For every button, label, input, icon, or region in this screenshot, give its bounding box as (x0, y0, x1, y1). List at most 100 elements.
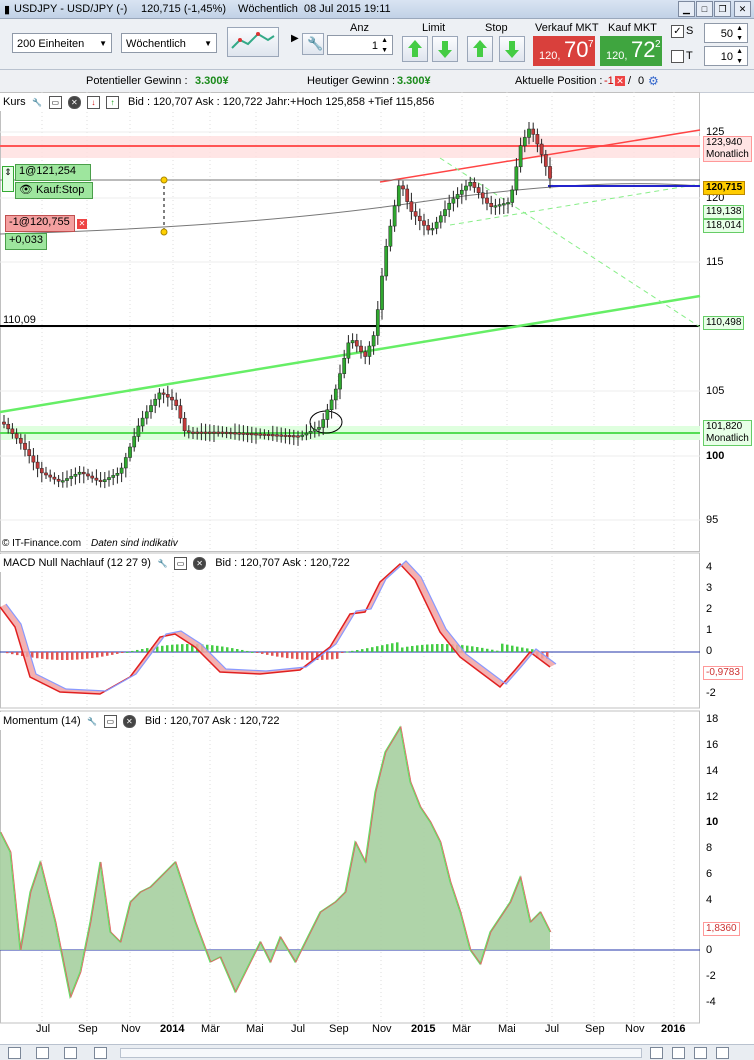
window-icon[interactable]: ▭ (48, 95, 62, 109)
buy-stop-order-text: 1@121,254 (19, 165, 77, 177)
buy-stop-order-label[interactable]: 1@121,254 (15, 164, 91, 181)
horizontal-scrollbar[interactable] (120, 1048, 642, 1058)
candle-body (69, 476, 74, 479)
position-tools-icon[interactable]: ⚙ (648, 74, 659, 88)
candle-body (375, 309, 380, 336)
buy-stop-type[interactable]: 👁 Kauf:Stop (15, 182, 93, 199)
t-checkbox[interactable] (671, 50, 684, 63)
close-position-icon[interactable]: ✕ (615, 76, 625, 86)
candle-body (506, 202, 510, 205)
nav-icon[interactable] (36, 1047, 49, 1059)
order-handle-2[interactable] (160, 228, 168, 236)
order-drag-handle[interactable]: ⇕ (2, 166, 14, 192)
zoom-in-icon[interactable] (672, 1047, 685, 1059)
macd-histogram-bar (166, 645, 169, 652)
close-panel-icon[interactable]: ✕ (67, 95, 81, 109)
units-select[interactable]: 200 Einheiten ▼ (12, 33, 112, 53)
candle-body (531, 128, 536, 135)
macd-histogram-bar (186, 644, 189, 652)
position-pnl: +0,033 (5, 233, 47, 250)
wrench-icon[interactable]: 🔧 (157, 558, 168, 569)
candle-body (321, 419, 326, 428)
candle-body (472, 182, 477, 188)
mom-tick-18: 18 (706, 713, 719, 725)
sell-market-button[interactable]: 120, 70 7 (533, 36, 595, 66)
s-checkbox[interactable]: ✓ (671, 25, 684, 38)
candle-body (493, 205, 498, 208)
candle-body (132, 436, 137, 448)
wrench-button[interactable]: 🔧 (302, 33, 324, 55)
close-button[interactable]: ✕ (734, 1, 751, 17)
macd-histogram-bar (406, 646, 409, 652)
anz-label: Anz (350, 22, 369, 34)
macd-histogram-bar (71, 652, 74, 660)
wrench-icon[interactable]: 🔧 (87, 716, 98, 727)
candle-body (413, 211, 418, 217)
macd-histogram-bar (326, 652, 329, 660)
candle-body (233, 432, 237, 435)
stop-buy-button[interactable] (467, 36, 493, 62)
window-icon[interactable]: ▭ (174, 556, 188, 570)
collapse-arrow-icon[interactable]: ▶ (291, 33, 299, 44)
position-label[interactable]: -1@120,755 (5, 215, 75, 232)
settings-icon[interactable] (716, 1047, 729, 1059)
macd-histogram-bar (331, 652, 334, 660)
order-handle-1[interactable] (160, 176, 168, 184)
candle-body (380, 275, 384, 310)
t-input[interactable]: 10 ▲ ▼ (704, 46, 748, 66)
toolbar: 200 Einheiten ▼ Wöchentlich ▼ ▶ 🔧 Anz 1 ▲ ▼ … (0, 19, 754, 70)
window-icon[interactable]: ▭ (103, 714, 117, 728)
candle-body (518, 145, 523, 168)
buy-arrow-icon[interactable]: ↑ (105, 95, 119, 109)
candle-body (485, 197, 489, 204)
anz-input[interactable]: 1 ▲ ▼ (327, 35, 393, 55)
macd-histogram-bar (81, 652, 84, 660)
chart-tools-button[interactable] (227, 27, 279, 57)
buy-market-button[interactable]: 120, 72 2 (600, 36, 662, 66)
candle-body (308, 430, 313, 434)
candle-body (52, 476, 57, 480)
close-order-icon[interactable]: ✕ (77, 219, 87, 229)
search-icon[interactable] (694, 1047, 707, 1059)
mom-tick-minus4: -4 (706, 996, 716, 1008)
nav-icon[interactable] (8, 1047, 21, 1059)
wrench-icon[interactable]: 🔧 (32, 97, 43, 108)
macd-histogram-bar (121, 652, 124, 653)
candle-body (254, 433, 258, 436)
t-value: 10 (720, 51, 733, 63)
nav-icon[interactable] (64, 1047, 77, 1059)
stepper-icon[interactable]: ▲ ▼ (736, 47, 743, 67)
stepper-icon[interactable]: ▲ ▼ (736, 24, 743, 44)
x-tick: Mai (246, 1023, 264, 1035)
sell-price-big: 70 (564, 37, 589, 62)
restore-button[interactable]: ❐ (714, 1, 731, 17)
mom-tick-0: 0 (706, 944, 713, 956)
zoom-out-icon[interactable] (650, 1047, 663, 1059)
today-label: Heutiger Gewinn : (307, 75, 396, 87)
limit-buy-button[interactable] (402, 36, 428, 62)
nav-icon[interactable] (94, 1047, 107, 1059)
close-panel-icon[interactable]: ✕ (193, 556, 207, 570)
minimize-button[interactable]: ▁ (678, 1, 695, 17)
timeframe-select[interactable]: Wöchentlich ▼ (121, 33, 217, 53)
maximize-button[interactable]: □ (696, 1, 713, 17)
close-panel-icon[interactable]: ✕ (122, 714, 136, 728)
s-input[interactable]: 50 ▲ ▼ (704, 23, 748, 43)
potential-value: 3.300¥ (195, 75, 229, 87)
stop-sell-button[interactable] (499, 36, 525, 62)
candle-body (342, 358, 347, 374)
candle-body (422, 220, 426, 226)
macd-histogram-bar (361, 649, 364, 652)
limit-sell-button[interactable] (432, 36, 458, 62)
candle-body (304, 432, 309, 436)
sell-arrow-icon[interactable]: ↓ (86, 95, 100, 109)
current-price-tag: 120,715 (703, 181, 746, 195)
stepper-icon[interactable]: ▲ ▼ (381, 36, 388, 56)
limit-buy-icon (408, 40, 422, 57)
x-tick: 2016 (661, 1023, 686, 1035)
macd-histogram-bar (301, 652, 304, 660)
macd-histogram-bar (141, 649, 144, 652)
position-label-text: -1@120,755 (9, 216, 70, 228)
macd-histogram-bar (351, 650, 354, 652)
candle-body (447, 202, 452, 210)
